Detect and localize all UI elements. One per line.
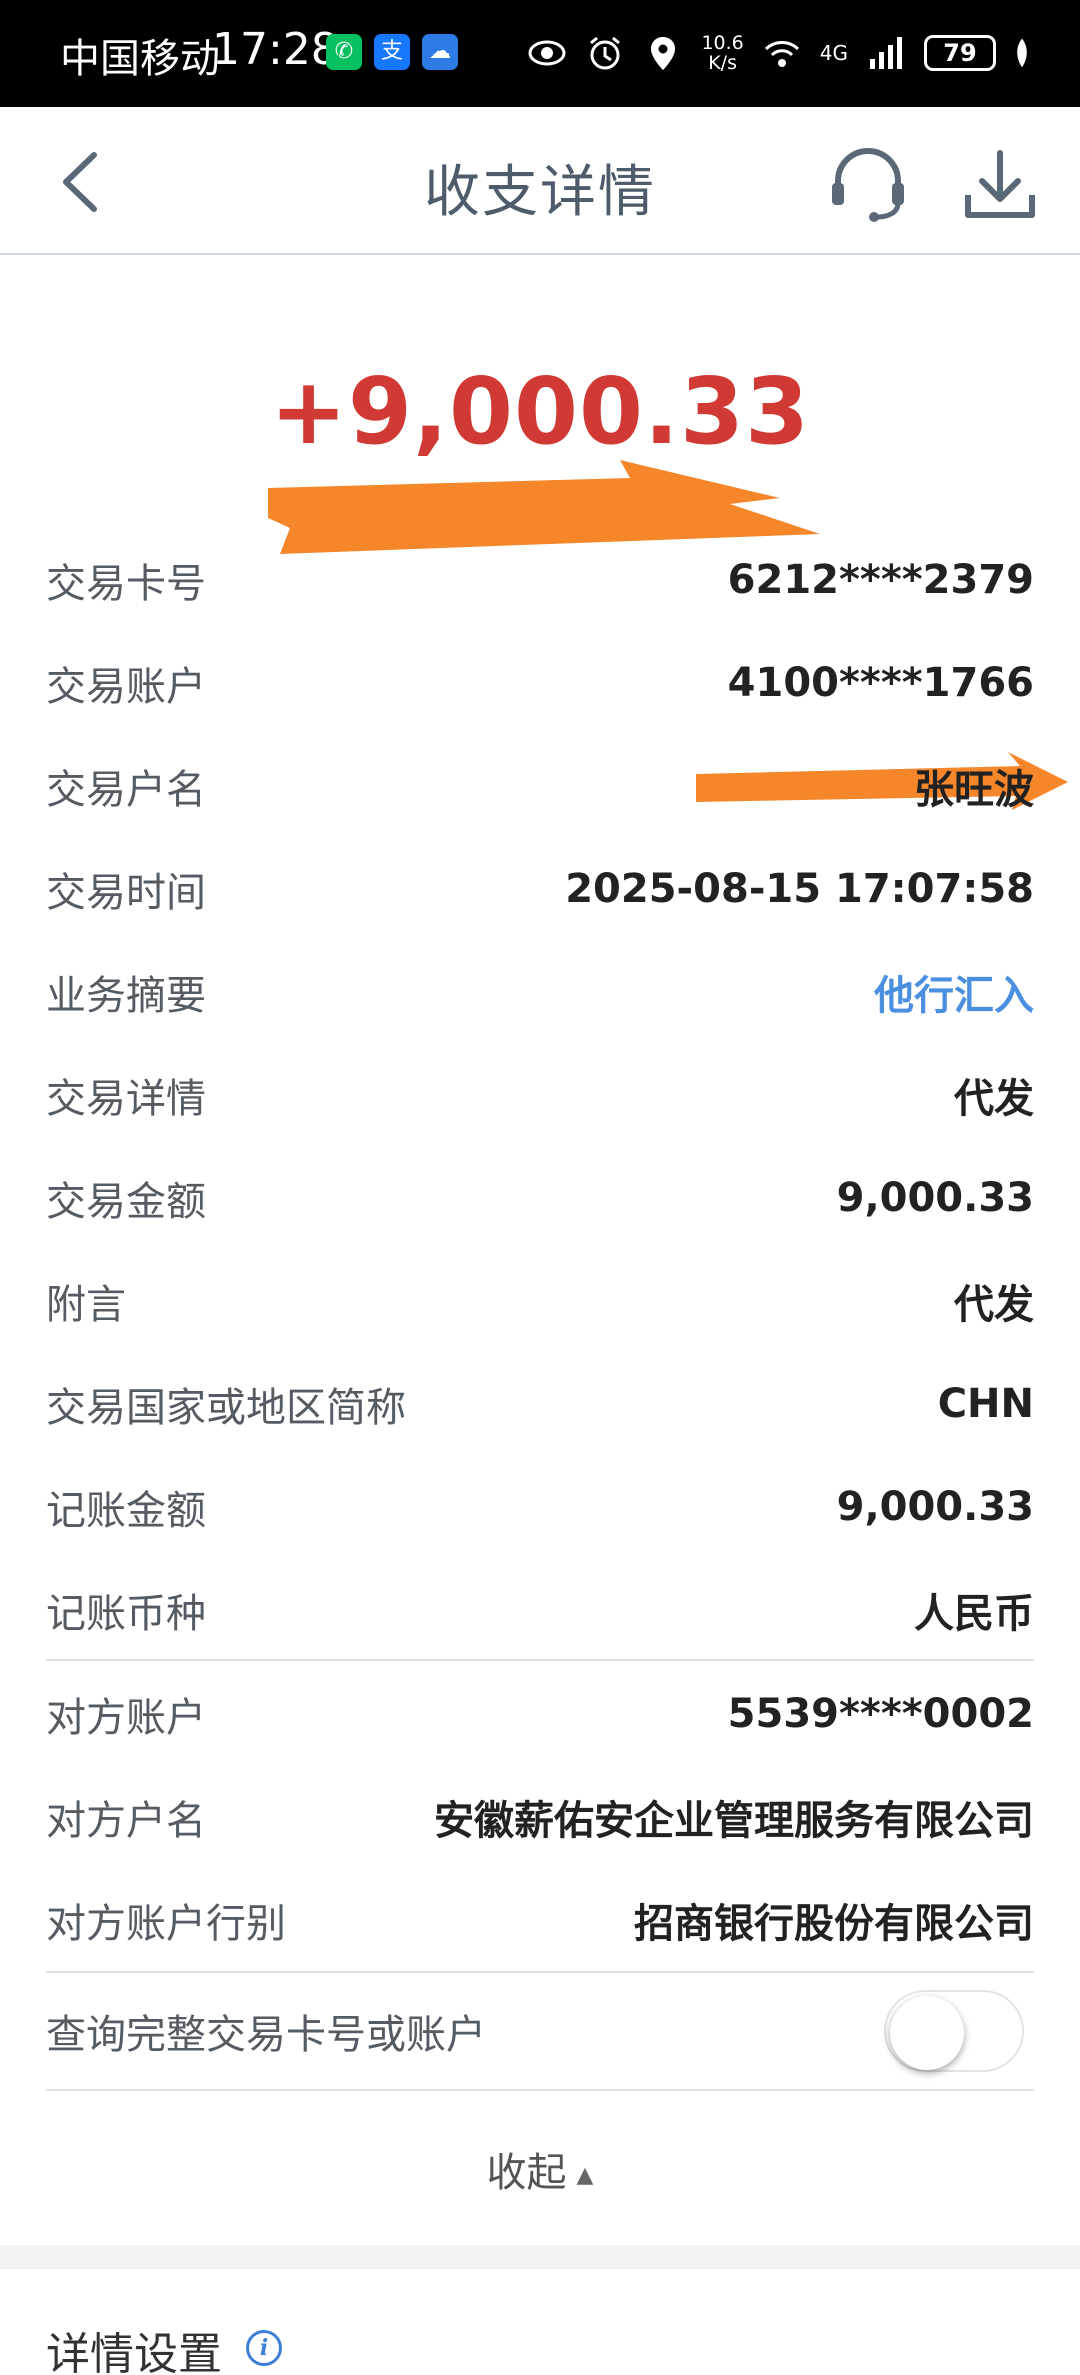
alipay-icon: 支 [374,34,410,70]
detail-row-counterparty-bank: 对方账户行别 招商银行股份有限公司 [46,1885,1034,1955]
row-value: 安徽薪佑安企业管理服务有限公司 [434,1798,1034,1844]
row-label: 交易国家或地区简称 [46,1385,406,1431]
row-value: 人民币 [914,1591,1034,1637]
detail-row-summary: 业务摘要 他行汇入 [46,957,1034,1027]
divider [46,1659,1034,1661]
nav-bar: 收支详情 [0,107,1080,255]
collapse-label: 收起 [486,2150,567,2196]
row-label: 交易详情 [46,1076,206,1122]
customer-service-icon[interactable] [828,145,908,225]
wifi-icon [764,41,799,67]
detail-row-amount: 交易金额 9,000.33 [46,1163,1034,1233]
row-value: 招商银行股份有限公司 [634,1901,1034,1947]
weather-icon: ☁ [422,34,458,70]
row-label: 记账金额 [46,1488,206,1534]
row-label: 对方账户 [46,1695,206,1741]
section-separator [0,2245,1080,2269]
settings-section-title: 详情设置 [46,2329,222,2375]
detail-row-time: 交易时间 2025-08-15 17:07:58 [46,854,1034,924]
full-number-toggle[interactable] [884,1990,1024,2072]
carrier-label: 中国移动 [60,36,220,82]
detail-row-detail: 交易详情 代发 [46,1060,1034,1130]
download-icon[interactable] [960,145,1040,225]
row-label: 附言 [46,1282,126,1328]
redaction-scribble [268,460,820,554]
wechat-icon: ✆ [326,34,362,70]
signal-icon [870,37,902,69]
row-label: 交易户名 [46,767,206,813]
row-label: 交易卡号 [46,561,206,607]
detail-row-account: 交易账户 4100****1766 [46,648,1034,718]
row-label: 交易金额 [46,1179,206,1225]
divider [46,1971,1034,1973]
row-value: 2025-08-15 17:07:58 [565,866,1034,912]
page-title: 收支详情 [424,160,656,225]
row-value: CHN [937,1381,1034,1427]
row-value: 代发 [954,1282,1034,1328]
battery-indicator: 79 [924,35,996,71]
divider [46,2089,1034,2091]
detail-row-account-name: 交易户名 张旺波 [46,751,1034,821]
row-value: 张旺波 [914,767,1034,813]
toggle-label: 查询完整交易卡号或账户 [46,2012,486,2058]
location-icon [651,37,676,70]
eye-icon [528,40,566,66]
row-label: 业务摘要 [46,973,206,1019]
row-label: 交易账户 [46,664,206,710]
caret-up-icon: ▲ [576,2162,594,2188]
detail-row-posted-amount: 记账金额 9,000.33 [46,1472,1034,1542]
detail-row-currency: 记账币种 人民币 [46,1575,1034,1645]
summary-link[interactable]: 他行汇入 [874,963,1034,1021]
collapse-button[interactable]: 收起 ▲ [0,2140,1080,2198]
status-time: 17:28 [212,24,339,75]
detail-row-memo: 附言 代发 [46,1266,1034,1336]
row-value: 9,000.33 [836,1484,1034,1530]
detail-row-country: 交易国家或地区简称 CHN [46,1369,1034,1439]
row-value: 5539****0002 [727,1691,1034,1737]
row-value: 6212****2379 [727,557,1034,603]
detail-row-counterparty-account: 对方账户 5539****0002 [46,1679,1034,1749]
net-speed-unit: K/s [708,52,737,74]
transaction-amount: +9,000.33 [269,358,811,465]
net-speed-value: 10.6 [701,32,744,54]
row-value: 代发 [954,1076,1034,1122]
detail-row-counterparty-name: 对方户名 安徽薪佑安企业管理服务有限公司 [46,1782,1034,1852]
info-icon[interactable]: i [246,2330,282,2366]
leaf-icon [1017,38,1027,68]
detail-row-card-number: 交易卡号 6212****2379 [46,545,1034,615]
row-value: 9,000.33 [836,1175,1034,1221]
toggle-knob [890,1996,964,2070]
row-label: 对方账户行别 [46,1901,286,1947]
status-bar: 中国移动 17:28 ✆ 支 ☁ 10.6 K/s 4G 79 [0,0,1080,107]
row-label: 对方户名 [46,1798,206,1844]
network-type: 4G [819,41,848,65]
net-speed: 10.6 K/s [701,33,743,73]
alarm-icon [590,36,621,70]
row-value: 4100****1766 [727,660,1034,706]
row-label: 交易时间 [46,870,206,916]
status-indicators: 10.6 K/s 4G 79 [527,26,1030,80]
row-label: 记账币种 [46,1591,206,1637]
